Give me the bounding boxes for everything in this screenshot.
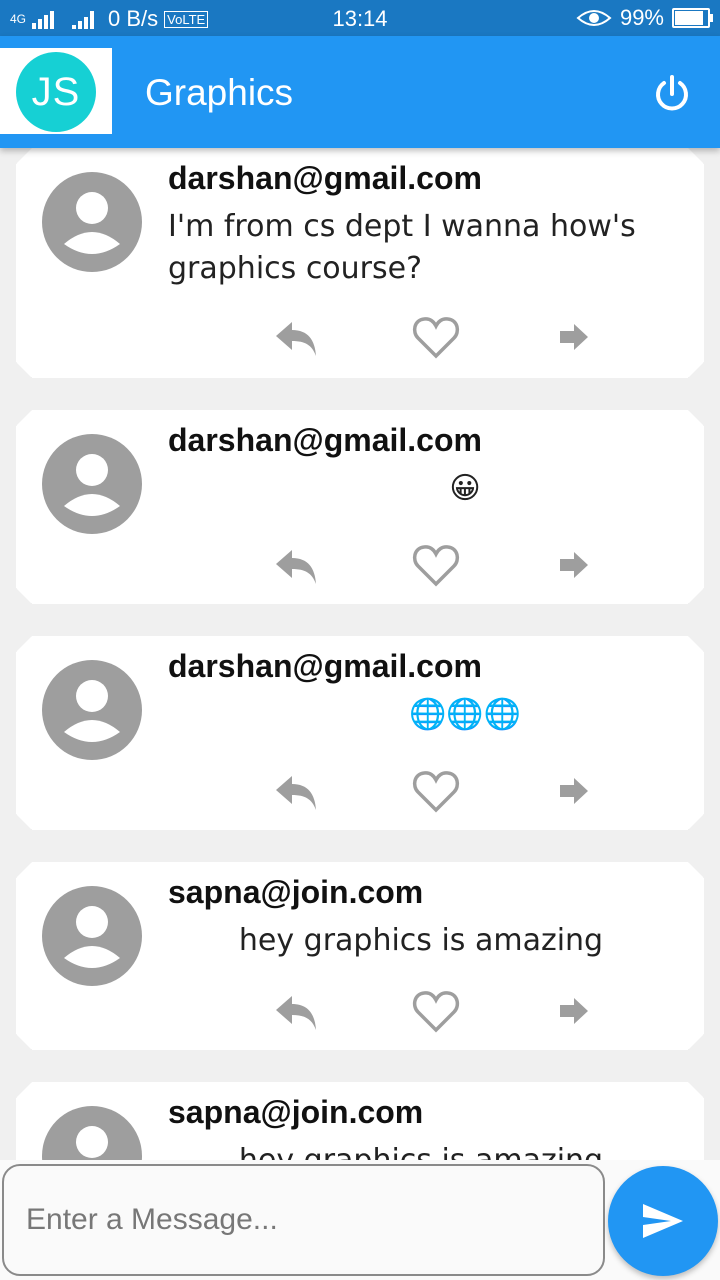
message-input[interactable] (4, 1166, 603, 1274)
battery-percent: 99% (619, 5, 664, 30)
app-bar: JS Graphics (0, 36, 720, 148)
logo-container: JS (0, 48, 112, 134)
message-actions (16, 540, 704, 590)
reply-icon[interactable] (272, 540, 322, 590)
page-title: Graphics (145, 72, 294, 113)
send-icon (643, 1204, 683, 1238)
eye-icon (576, 10, 612, 26)
heart-icon[interactable] (411, 766, 461, 816)
forward-icon[interactable] (548, 312, 598, 362)
message-actions (16, 766, 704, 816)
message-text: hey graphics is amazing (238, 923, 604, 958)
reply-icon[interactable] (272, 312, 322, 362)
forward-icon[interactable] (548, 540, 598, 590)
message-card: darshan@gmail.com 😀 (16, 410, 704, 604)
sender-email: sapna@join.com (168, 1094, 424, 1130)
heart-icon[interactable] (411, 986, 461, 1036)
avatar-icon (42, 1106, 142, 1160)
power-icon[interactable] (652, 74, 692, 114)
message-feed[interactable]: darshan@gmail.com I'm from cs dept I wan… (0, 148, 720, 1160)
avatar-icon (42, 172, 142, 272)
status-right: 99% (576, 5, 713, 31)
avatar-icon (42, 886, 142, 986)
send-button[interactable] (608, 1166, 718, 1276)
message-text: I'm from cs dept I wanna how's graphics … (168, 209, 636, 286)
sender-email: darshan@gmail.com (168, 160, 482, 196)
message-actions (16, 312, 704, 362)
message-card: sapna@join.com hey graphics is amazing (16, 1082, 704, 1160)
sender-email: sapna@join.com (168, 874, 424, 910)
avatar-icon (42, 660, 142, 760)
message-card: sapna@join.com hey graphics is amazing (16, 862, 704, 1050)
sender-email: darshan@gmail.com (168, 422, 482, 458)
message-card: darshan@gmail.com 🌐🌐🌐 (16, 636, 704, 830)
heart-icon[interactable] (411, 540, 461, 590)
battery-icon (672, 8, 713, 28)
avatar-icon (42, 434, 142, 534)
message-actions (16, 986, 704, 1036)
reply-icon[interactable] (272, 766, 322, 816)
message-text: 🌐🌐🌐 (408, 697, 522, 732)
forward-icon[interactable] (548, 766, 598, 816)
message-text: 😀 (449, 471, 481, 506)
forward-icon[interactable] (548, 986, 598, 1036)
sender-email: darshan@gmail.com (168, 648, 482, 684)
app-logo[interactable]: JS (16, 52, 96, 132)
heart-icon[interactable] (411, 312, 461, 362)
message-card: darshan@gmail.com I'm from cs dept I wan… (16, 148, 704, 378)
message-input-box[interactable] (2, 1164, 605, 1276)
message-text: hey graphics is amazing (168, 1140, 674, 1160)
composer-bar (0, 1160, 720, 1280)
status-bar: 4G 0 B/s VoLTE 13:14 99% (0, 0, 720, 36)
reply-icon[interactable] (272, 986, 322, 1036)
